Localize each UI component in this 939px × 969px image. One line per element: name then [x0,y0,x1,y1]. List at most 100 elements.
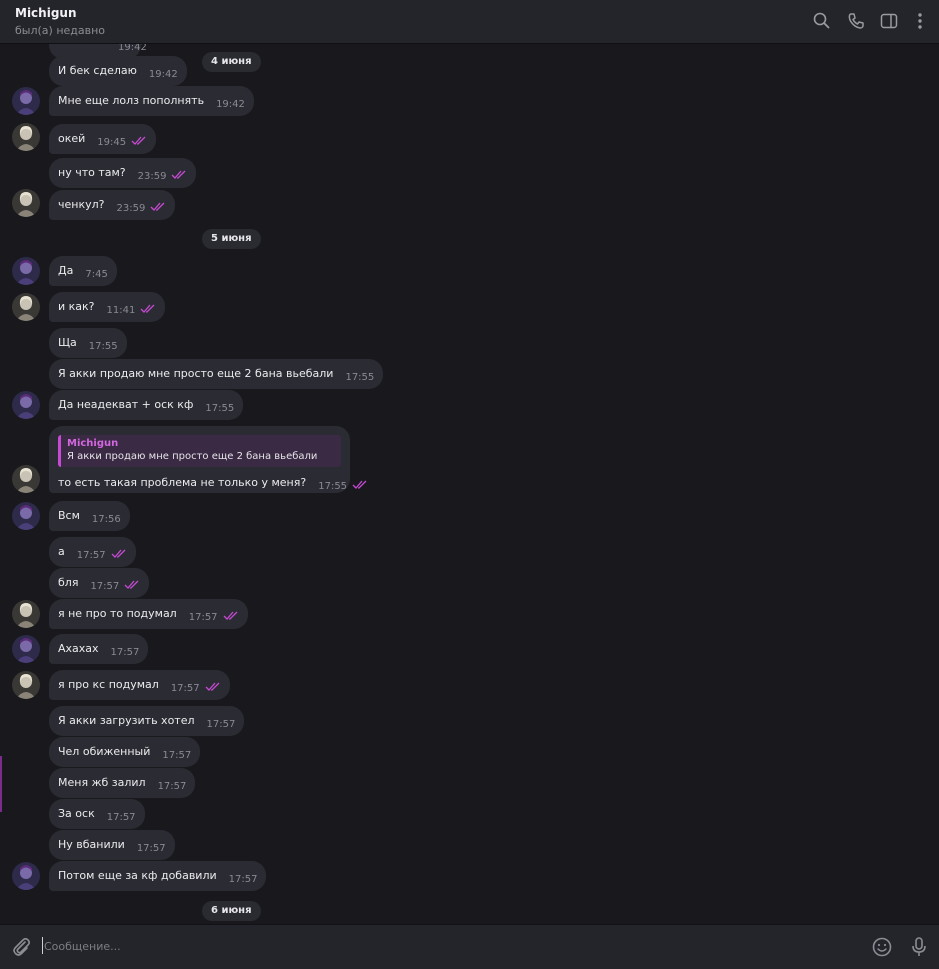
peer-avatar[interactable] [12,87,40,115]
microphone-icon[interactable] [907,935,931,959]
message-bubble[interactable]: Всм 17:56 [49,501,130,531]
message-list[interactable]: 19:42 4 июня И бек сделаю 19:42 Мне еще … [0,44,939,924]
message-text: то есть такая проблема не только у меня? [58,476,307,489]
peer-avatar[interactable] [12,502,40,530]
message-bubble[interactable]: ченкул? 23:59 [49,190,176,220]
my-avatar[interactable] [12,600,40,628]
message-text: Да неадекват + оск кф [58,398,194,411]
read-check-icon [150,202,166,215]
message-time: 19:42 [118,44,147,53]
message-text: ченкул? [58,198,105,211]
read-check-icon [131,136,147,149]
message-bubble[interactable]: Я акки продаю мне просто еще 2 бана вьеб… [49,359,384,389]
message-time: 19:42 [148,69,178,80]
paperclip-icon[interactable] [9,935,33,959]
chat-status: был(а) недавно [15,24,106,37]
message-text: я про кс подумал [58,678,159,691]
message-bubble[interactable]: и как? 11:41 [49,292,166,322]
message-text: Ну вбанили [58,838,125,851]
peer-avatar[interactable] [12,862,40,890]
read-check-icon [352,480,368,493]
message-bubble[interactable]: Ну вбанили 17:57 [49,830,175,860]
message-input[interactable] [44,937,844,955]
message-bubble[interactable]: Потом еще за кф добавили 17:57 [49,861,267,891]
message-time: 17:57 [136,843,166,854]
read-check-icon [171,170,187,183]
message-time: 17:57 [76,550,106,561]
my-avatar[interactable] [12,123,40,151]
message-bubble[interactable]: За оск 17:57 [49,799,145,829]
message-time: 17:55 [205,403,235,414]
message-time: 17:55 [345,372,375,383]
message-bubble[interactable]: я про кс подумал 17:57 [49,670,230,700]
date-separator: 4 июня [202,52,261,72]
my-avatar[interactable] [12,671,40,699]
message-bubble[interactable]: Чел обиженный 17:57 [49,737,201,767]
message-time: 17:57 [170,683,200,694]
message-time: 17:55 [318,481,348,492]
message-time: 19:45 [97,137,127,148]
date-separator: 6 июня [202,901,261,921]
message-time: 17:55 [88,341,118,352]
quoted-text: Я акки продаю мне просто еще 2 бана вьеб… [67,451,318,462]
my-avatar[interactable] [12,189,40,217]
chat-title[interactable]: Michigun [15,6,77,20]
message-text: Ща [58,336,77,349]
message-text: и как? [58,300,95,313]
sidebar-toggle-icon[interactable] [878,10,900,32]
read-check-icon [124,580,140,593]
message-text: Ахахах [58,642,99,655]
text-cursor [42,937,43,954]
message-text: Всм [58,509,80,522]
message-time: 23:59 [137,171,167,182]
chat-header: Michigun был(а) недавно [0,0,939,44]
message-text: ну что там? [58,166,126,179]
phone-icon[interactable] [845,10,867,32]
message-text: Я акки загрузить хотел [58,714,195,727]
reply-message-bubble[interactable]: Michigun Я акки продаю мне просто еще 2 … [49,426,367,493]
read-check-icon [111,549,127,562]
message-text: Чел обиженный [58,745,151,758]
unread-indicator [0,756,2,812]
quoted-author: Michigun [67,438,119,449]
message-bubble[interactable]: а 17:57 [49,537,136,567]
my-avatar[interactable] [12,465,40,493]
message-time: 17:57 [206,719,236,730]
message-bubble[interactable]: Да неадекват + оск кф 17:55 [49,390,244,420]
quoted-message[interactable]: Michigun Я акки продаю мне просто еще 2 … [58,435,341,467]
message-text: Я акки продаю мне просто еще 2 бана вьеб… [58,367,334,380]
message-time: 17:57 [106,812,136,823]
message-bubble[interactable]: ну что там? 23:59 [49,158,197,188]
message-time: 23:59 [116,203,146,214]
message-text: я не про то подумал [58,607,177,620]
message-time: 11:41 [106,305,136,316]
message-bubble[interactable]: Ахахах 17:57 [49,634,149,664]
message-text: а [58,545,65,558]
message-time: 17:57 [162,750,192,761]
message-bubble[interactable]: Я акки загрузить хотел 17:57 [49,706,245,736]
peer-avatar[interactable] [12,635,40,663]
peer-avatar[interactable] [12,257,40,285]
message-time: 17:57 [157,781,187,792]
message-bubble[interactable]: бля 17:57 [49,568,150,598]
message-time: 7:45 [85,269,108,280]
message-time: 17:56 [91,514,121,525]
message-bubble[interactable]: Ща 17:55 [49,328,127,358]
read-check-icon [140,304,156,317]
message-text: окей [58,132,86,145]
message-text: Да [58,264,74,277]
message-bubble[interactable]: окей 19:45 [49,124,157,154]
message-text: Мне еще лолз пополнять [58,94,205,107]
telegram-chat-window: Michigun был(а) недавно 19:42 4 июня И б… [0,0,939,969]
message-bubble[interactable]: я не про то подумал 17:57 [49,599,248,629]
more-vertical-icon[interactable] [909,10,931,32]
peer-avatar[interactable] [12,391,40,419]
emoji-icon[interactable] [870,935,894,959]
message-text: Меня жб залил [58,776,146,789]
search-icon[interactable] [811,10,833,32]
message-bubble[interactable]: И бек сделаю 19:42 [49,56,187,86]
message-bubble[interactable]: Меня жб залил 17:57 [49,768,196,798]
message-bubble[interactable]: Да 7:45 [49,256,117,286]
message-bubble[interactable]: Мне еще лолз пополнять 19:42 [49,86,254,116]
my-avatar[interactable] [12,293,40,321]
